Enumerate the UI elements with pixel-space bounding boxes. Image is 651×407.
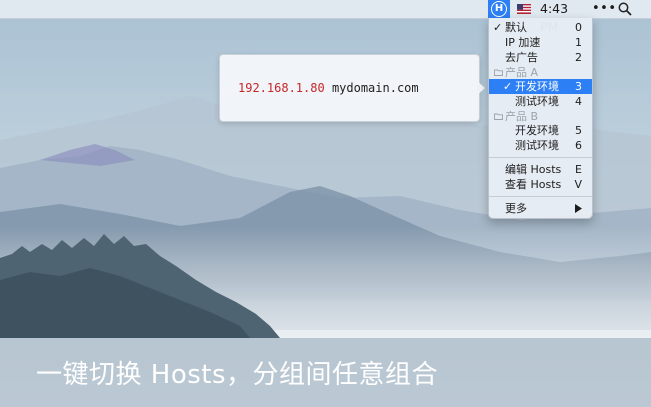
menu-item-ad-block[interactable]: 去广告 2 [489, 50, 592, 65]
menu-item-shortcut: 6 [575, 139, 582, 152]
menu-item-shortcut: 0 [575, 21, 582, 34]
menu-item-shortcut: 1 [575, 36, 582, 49]
checkmark-icon: ✓ [493, 21, 503, 34]
app-menu-extra[interactable]: H [488, 0, 510, 18]
menu-item-label: 去广告 [505, 51, 538, 64]
more-menu-extras-icon[interactable]: ••• [592, 0, 617, 18]
menu-item-view-hosts[interactable]: 查看 Hosts V [489, 177, 592, 192]
menu-item-shortcut: 4 [575, 95, 582, 108]
feature-caption: 一键切换 Hosts，分组间任意组合 [36, 360, 439, 390]
folder-icon [494, 69, 503, 76]
menu-item-label: 更多 [505, 202, 527, 215]
menu-bar: H 4:43 PM ••• [0, 0, 651, 34]
menu-item-shortcut: E [575, 163, 582, 176]
menu-item-label: IP 加速 [505, 36, 541, 49]
hosts-entry: 192.168.1.80 mydomain.com [238, 80, 419, 96]
submenu-arrow-icon [575, 204, 582, 213]
menu-group-label: 产品 B [505, 110, 539, 123]
menu-item-b-dev[interactable]: 开发环境 5 [489, 123, 592, 138]
popup-pointer [476, 80, 485, 96]
menu-item-shortcut: V [574, 178, 582, 191]
menu-item-more[interactable]: 更多 [489, 201, 592, 216]
hosts-domain: mydomain.com [331, 81, 419, 95]
hosts-dropdown-menu: ✓ 默认 0 IP 加速 1 去广告 2 产品 A ✓ 开发环境 3 测试环境 … [488, 18, 593, 219]
folder-icon [494, 113, 503, 120]
switchhosts-app-icon[interactable]: H [491, 1, 507, 17]
menu-item-label: 开发环境 [515, 80, 559, 93]
menu-item-label: 默认 [505, 21, 527, 34]
menu-item-shortcut: 3 [575, 80, 582, 93]
hosts-ip: 192.168.1.80 [238, 81, 325, 95]
menu-item-label: 编辑 Hosts [505, 163, 562, 176]
desktop-screen: H 4:43 PM ••• 192.168.1.80 mydomain.com … [0, 0, 651, 407]
menu-group-header-a: 产品 A [489, 65, 592, 80]
menu-separator [489, 157, 592, 158]
menu-item-label: 查看 Hosts [505, 178, 562, 191]
menu-item-shortcut: 5 [575, 124, 582, 137]
menu-item-ip-accelerate[interactable]: IP 加速 1 [489, 35, 592, 50]
menu-group-label: 产品 A [505, 66, 539, 79]
menu-item-shortcut: 2 [575, 51, 582, 64]
checkmark-icon: ✓ [503, 80, 513, 93]
menu-item-a-test[interactable]: 测试环境 4 [489, 94, 592, 109]
menu-separator [489, 196, 592, 197]
menu-item-label: 开发环境 [515, 124, 559, 137]
search-icon[interactable] [618, 2, 632, 16]
menu-item-a-dev[interactable]: ✓ 开发环境 3 [489, 79, 592, 94]
menu-item-label: 测试环境 [515, 139, 559, 152]
menu-item-label: 测试环境 [515, 95, 559, 108]
hosts-preview-popup: 192.168.1.80 mydomain.com [219, 54, 480, 122]
menu-item-b-test[interactable]: 测试环境 6 [489, 138, 592, 153]
menu-item-default[interactable]: ✓ 默认 0 [489, 20, 592, 35]
us-flag-icon[interactable] [517, 4, 531, 14]
menu-item-edit-hosts[interactable]: 编辑 Hosts E [489, 162, 592, 177]
menu-bar-clock[interactable]: 4:43 PM [540, 0, 586, 34]
menu-group-header-b: 产品 B [489, 109, 592, 124]
